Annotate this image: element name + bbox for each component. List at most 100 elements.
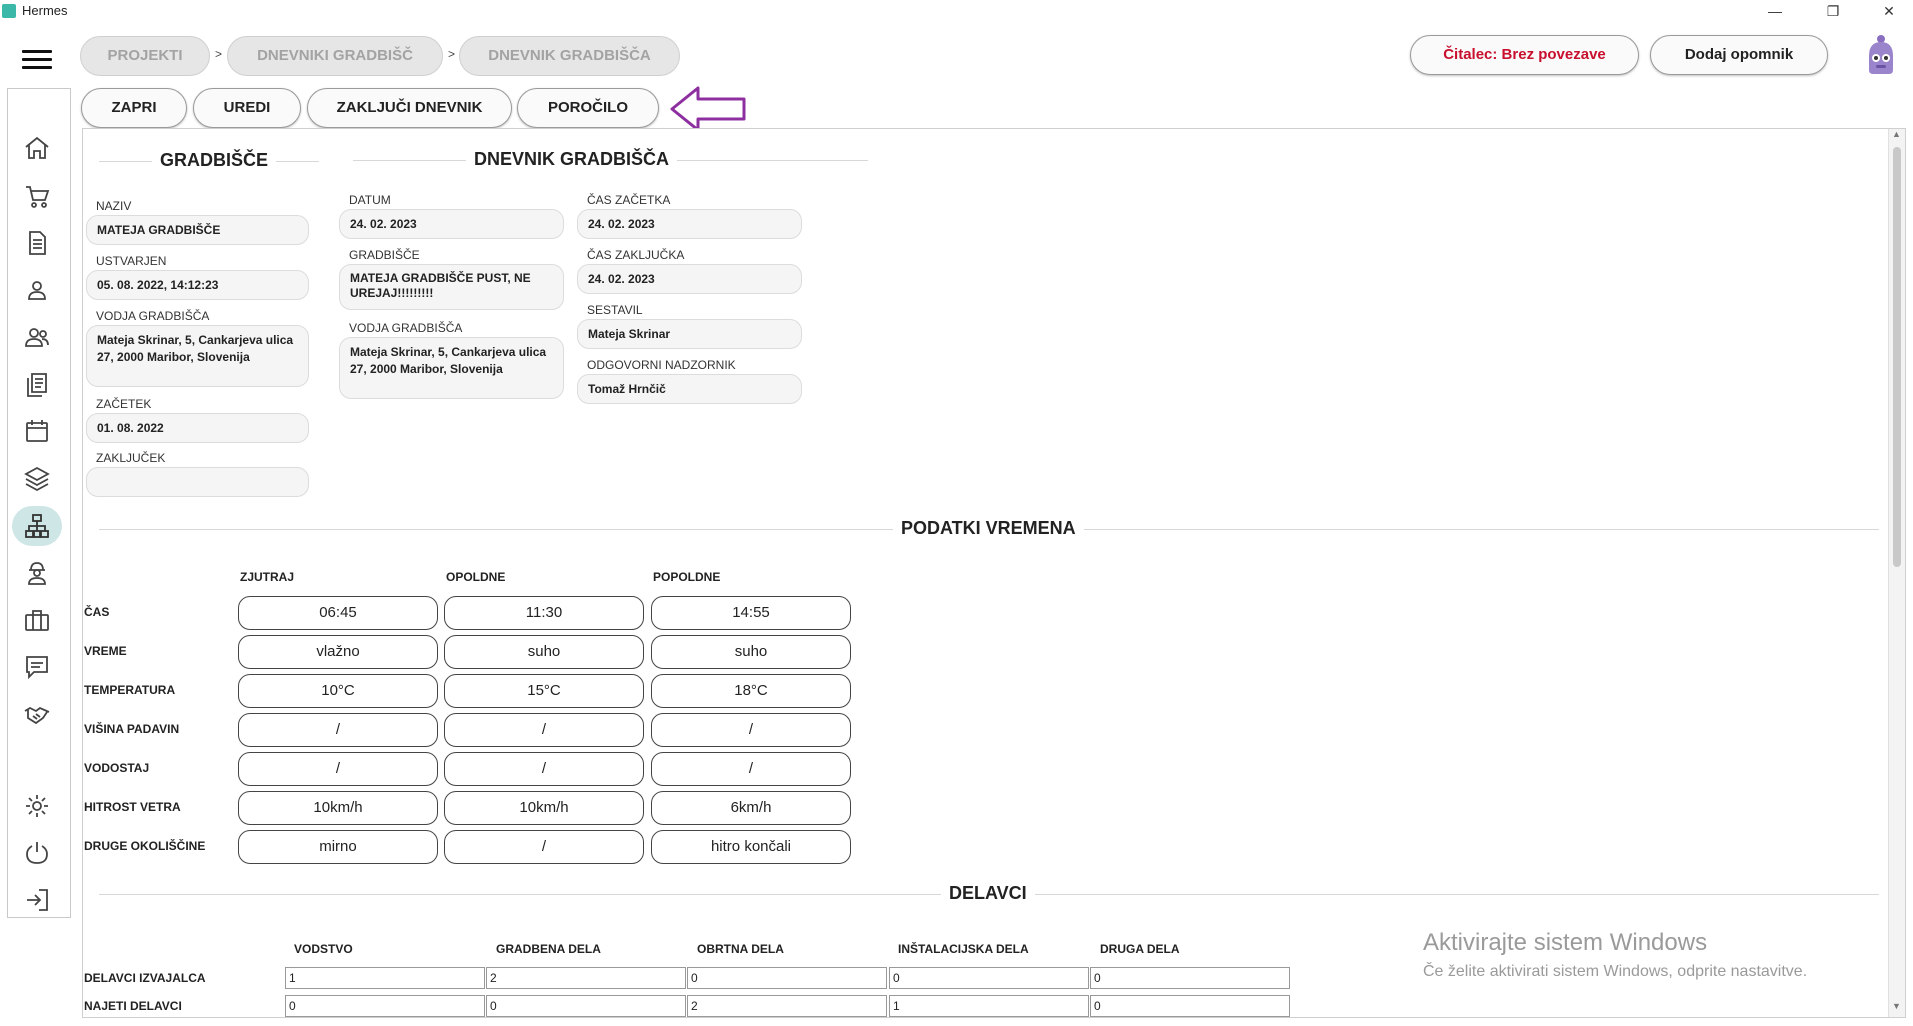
close-window-button[interactable]: ✕ (1866, 0, 1912, 24)
weather-cell[interactable]: 06:45 (238, 596, 438, 630)
layers-icon[interactable] (12, 458, 62, 498)
weather-cell[interactable]: / (651, 713, 851, 747)
menu-icon[interactable] (22, 50, 52, 72)
breadcrumb-separator: > (215, 47, 223, 61)
close-button[interactable]: ZAPRI (81, 88, 187, 128)
handshake-icon[interactable] (12, 694, 62, 734)
workers-cell[interactable]: 0 (687, 967, 887, 989)
robot-avatar-icon[interactable] (1862, 34, 1900, 76)
weather-cell[interactable]: suho (651, 635, 851, 669)
site-start-field: 01. 08. 2022 (86, 413, 309, 443)
weather-cell[interactable]: mirno (238, 830, 438, 864)
workers-cell[interactable]: 0 (1090, 967, 1290, 989)
gear-icon[interactable] (12, 786, 62, 826)
workers-col: DRUGA DELA (1100, 942, 1180, 956)
calendar-icon[interactable] (12, 411, 62, 451)
report-button[interactable]: POROČILO (517, 88, 659, 128)
power-icon[interactable] (12, 833, 62, 873)
weather-row-label: DRUGE OKOLIŠČINE (84, 839, 206, 853)
arrow-left-icon (670, 86, 746, 132)
site-name-field: MATEJA GRADBIŠČE (86, 215, 309, 245)
logout-icon[interactable] (12, 880, 62, 920)
diary-start-time-field: 24. 02. 2023 (577, 209, 802, 239)
weather-section-title: PODATKI VREMENA (893, 518, 1084, 539)
weather-cell[interactable]: hitro končali (651, 830, 851, 864)
add-reminder-button[interactable]: Dodaj opomnik (1650, 35, 1828, 75)
weather-cell[interactable]: suho (444, 635, 644, 669)
workers-section-title: DELAVCI (941, 883, 1035, 904)
user-icon[interactable] (12, 270, 62, 310)
diary-supervisor-label: ODGOVORNI NADZORNIK (587, 358, 736, 372)
network-icon[interactable] (12, 506, 62, 546)
weather-row-label: TEMPERATURA (84, 683, 176, 697)
weather-cell[interactable]: / (238, 752, 438, 786)
breadcrumb-dnevniki[interactable]: DNEVNIKI GRADBIŠČ (227, 36, 443, 76)
breadcrumb-dnevnik[interactable]: DNEVNIK GRADBIŠČA (459, 36, 680, 76)
activation-watermark-text: Če želite aktivirati sistem Windows, odp… (1423, 963, 1808, 980)
weather-col-noon: OPOLDNE (446, 570, 506, 584)
document-icon[interactable] (12, 223, 62, 263)
diary-site-label: GRADBIŠČE (349, 248, 420, 262)
diary-content: ▲ ▼ GRADBIŠČE NAZIV MATEJA GRADBIŠČE USTV… (82, 128, 1906, 1018)
chat-icon[interactable] (12, 647, 62, 687)
site-name-label: NAZIV (96, 199, 132, 213)
site-manager-label: VODJA GRADBIŠČA (96, 309, 210, 323)
cart-icon[interactable] (12, 176, 62, 216)
breadcrumb-projekti[interactable]: PROJEKTI (80, 36, 210, 76)
workers-row-label: DELAVCI IZVAJALCA (84, 971, 206, 985)
weather-cell[interactable]: 10km/h (238, 791, 438, 825)
workers-col: GRADBENA DELA (496, 942, 601, 956)
weather-row-label: VREME (84, 644, 127, 658)
diary-manager-field: Mateja Skrinar, 5, Cankarjeva ulica 27, … (339, 337, 564, 399)
diary-end-time-field: 24. 02. 2023 (577, 264, 802, 294)
reader-status-button[interactable]: Čitalec: Brez povezave (1410, 35, 1639, 75)
weather-cell[interactable]: 15°C (444, 674, 644, 708)
diary-section-title: DNEVNIK GRADBIŠČA (466, 149, 678, 170)
workers-col: OBRTNA DELA (697, 942, 784, 956)
workers-col: VODSTVO (294, 942, 353, 956)
finish-diary-button[interactable]: ZAKLJUČI DNEVNIK (307, 88, 512, 128)
workers-cell[interactable]: 1 (889, 995, 1089, 1017)
workers-cell[interactable]: 0 (486, 995, 686, 1017)
weather-cell[interactable]: 18°C (651, 674, 851, 708)
diary-author-field: Mateja Skrinar (577, 319, 802, 349)
edit-button[interactable]: UREDI (193, 88, 301, 128)
weather-cell[interactable]: / (651, 752, 851, 786)
briefcase-icon[interactable] (12, 600, 62, 640)
weather-cell[interactable]: vlažno (238, 635, 438, 669)
workers-cell[interactable]: 0 (889, 967, 1089, 989)
notes-icon[interactable] (12, 364, 62, 404)
diary-date-field: 24. 02. 2023 (339, 209, 564, 239)
weather-cell[interactable]: 11:30 (444, 596, 644, 630)
window-title: Hermes (22, 3, 68, 18)
users-icon[interactable] (12, 317, 62, 357)
maximize-button[interactable]: ❐ (1810, 0, 1856, 24)
diary-date-label: DATUM (349, 193, 391, 207)
weather-cell[interactable]: / (444, 830, 644, 864)
weather-cell[interactable]: 10km/h (444, 791, 644, 825)
weather-row-label: VIŠINA PADAVIN (84, 722, 180, 736)
workers-cell[interactable]: 2 (486, 967, 686, 989)
weather-cell[interactable]: 14:55 (651, 596, 851, 630)
diary-start-time-label: ČAS ZAČETKA (587, 193, 671, 207)
weather-cell[interactable]: / (238, 713, 438, 747)
site-end-field (86, 467, 309, 497)
diary-end-time-label: ČAS ZAKLJUČKA (587, 248, 685, 262)
weather-row-label: VODOSTAJ (84, 761, 150, 775)
worker-icon[interactable] (12, 553, 62, 593)
diary-supervisor-field: Tomaž Hrnčič (577, 374, 802, 404)
workers-cell[interactable]: 1 (285, 967, 485, 989)
weather-cell[interactable]: 6km/h (651, 791, 851, 825)
weather-col-afternoon: POPOLDNE (653, 570, 721, 584)
workers-cell[interactable]: 0 (1090, 995, 1290, 1017)
workers-cell[interactable]: 2 (687, 995, 887, 1017)
vertical-scrollbar[interactable]: ▲ ▼ (1888, 129, 1905, 1017)
home-icon[interactable] (12, 128, 62, 168)
minimize-button[interactable]: — (1752, 0, 1798, 24)
site-created-field: 05. 08. 2022, 14:12:23 (86, 270, 309, 300)
weather-cell[interactable]: / (444, 713, 644, 747)
weather-cell[interactable]: 10°C (238, 674, 438, 708)
weather-cell[interactable]: / (444, 752, 644, 786)
workers-cell[interactable]: 0 (285, 995, 485, 1017)
site-manager-field: Mateja Skrinar, 5, Cankarjeva ulica 27, … (86, 325, 309, 387)
